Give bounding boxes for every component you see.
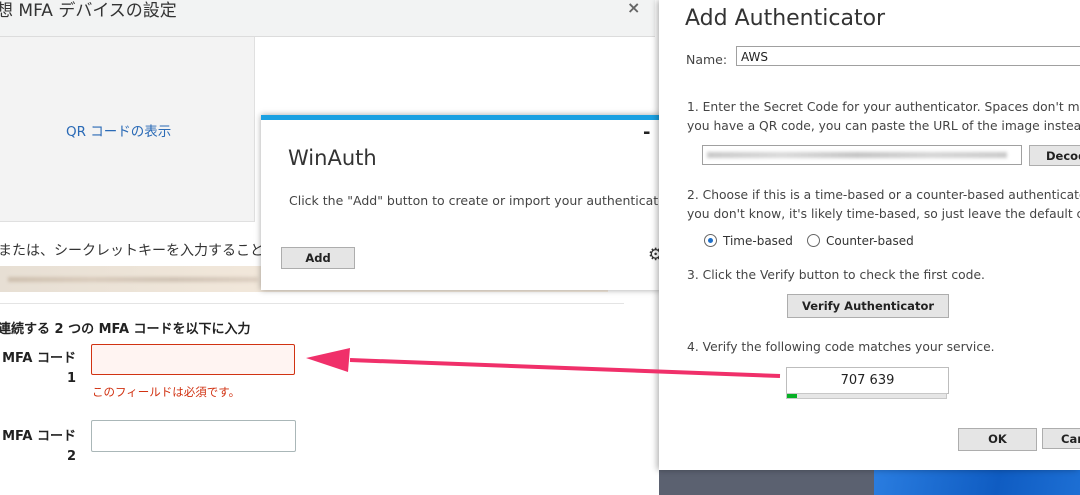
secret-key-prompt: または、シークレットキーを入力すること: [0, 243, 264, 259]
mfa-codes-heading: 連続する 2 つの MFA コードを以下に入力: [0, 322, 251, 337]
mfa-code-1-label-number: 1: [66, 371, 76, 386]
name-label: Name:: [686, 52, 728, 67]
radio-unselected-icon[interactable]: [807, 234, 820, 247]
counter-based-radio[interactable]: Counter-based: [807, 234, 914, 248]
step-1-line-2: you have a QR code, you can paste the UR…: [687, 119, 1080, 133]
step-1-line-1: 1. Enter the Secret Code for your authen…: [687, 100, 1080, 114]
desktop-background: [659, 470, 874, 495]
time-based-radio[interactable]: Time-based: [704, 234, 793, 248]
desktop-wallpaper: [874, 470, 1080, 495]
step-2-line-2: you don't know, it's likely time-based, …: [687, 207, 1080, 221]
ok-button[interactable]: OK: [958, 428, 1037, 451]
winauth-window: WinAuth - Click the "Add" button to crea…: [261, 115, 671, 290]
step-1-instructions: 1. Enter the Secret Code for your authen…: [687, 98, 1080, 136]
close-icon[interactable]: ×: [627, 0, 640, 17]
counter-based-label: Counter-based: [826, 234, 914, 248]
winauth-message: Click the "Add" button to create or impo…: [289, 193, 671, 208]
qr-code-panel: QR コードの表示: [0, 37, 255, 222]
mfa-code-1-error: このフィールドは必須です。: [92, 385, 241, 399]
dialog-title: Add Authenticator: [685, 6, 886, 31]
verification-code: 707 639: [786, 367, 949, 394]
name-input[interactable]: AWS: [736, 46, 1080, 66]
cancel-button[interactable]: Can: [1042, 428, 1080, 449]
mfa-code-1-label: MFA コード 1: [0, 349, 76, 389]
radio-selected-icon[interactable]: [704, 234, 717, 247]
mfa-code-1-label-text: MFA コード: [2, 351, 76, 366]
add-button[interactable]: Add: [281, 247, 355, 269]
mfa-code-2-label-text: MFA コード: [2, 429, 76, 444]
mfa-code-2-label-number: 2: [66, 449, 76, 464]
secret-code-input[interactable]: [702, 145, 1022, 165]
code-timer-fill: [787, 394, 797, 398]
step-4-instructions: 4. Verify the following code matches you…: [687, 340, 995, 354]
dialog-header: 想 MFA デバイスの設定 ×: [0, 0, 655, 37]
verify-authenticator-button[interactable]: Verify Authenticator: [787, 294, 949, 318]
show-qr-code-link[interactable]: QR コードの表示: [66, 120, 171, 140]
mfa-code-1-input[interactable]: [91, 344, 295, 375]
time-based-label: Time-based: [723, 234, 793, 248]
decode-button[interactable]: Decod: [1029, 145, 1080, 166]
winauth-title: WinAuth: [288, 146, 377, 170]
divider: [0, 303, 624, 304]
step-2-line-1: 2. Choose if this is a time-based or a c…: [687, 188, 1080, 202]
step-3-instructions: 3. Click the Verify button to check the …: [687, 268, 985, 282]
code-timer-progress: [786, 393, 947, 399]
mfa-code-2-label: MFA コード 2: [0, 427, 76, 467]
mfa-code-2-input[interactable]: [91, 420, 296, 452]
minimize-icon[interactable]: -: [643, 122, 650, 143]
add-authenticator-dialog: Add Authenticator Name: AWS 1. Enter the…: [659, 0, 1080, 470]
step-2-instructions: 2. Choose if this is a time-based or a c…: [687, 186, 1080, 224]
dialog-title: 想 MFA デバイスの設定: [0, 1, 177, 21]
